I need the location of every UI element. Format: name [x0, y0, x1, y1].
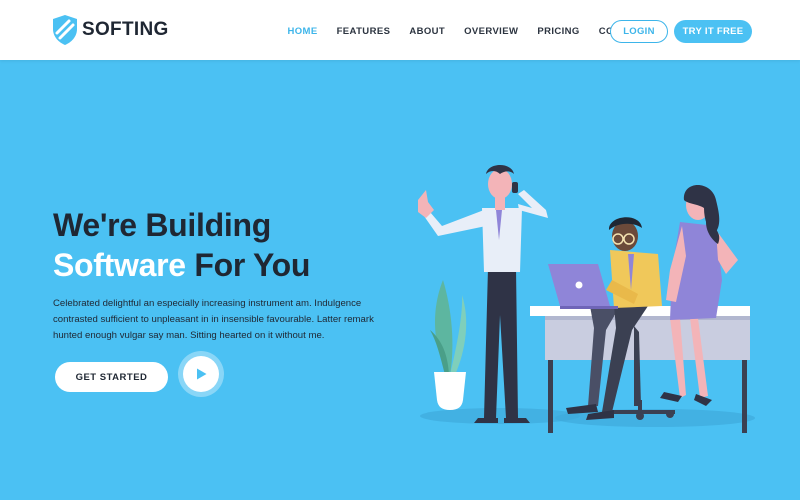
shield-icon: [53, 15, 77, 45]
brand-logo[interactable]: SOFTING: [52, 14, 169, 46]
hero-title-line1: We're Building: [53, 207, 271, 243]
team-illustration: [418, 165, 755, 433]
hero-title-line2: Software For You: [53, 245, 310, 285]
nav-item-overview[interactable]: OVERVIEW: [464, 26, 518, 37]
brand-name: SOFTING: [82, 19, 169, 40]
hero-title-highlight: Software: [53, 247, 186, 283]
nav-item-about[interactable]: ABOUT: [409, 26, 445, 37]
hero-title-rest: For You: [185, 247, 311, 283]
try-it-free-button[interactable]: TRY IT FREE: [674, 20, 752, 43]
hero-title: We're Building Software For You: [53, 205, 310, 285]
play-video-button[interactable]: [178, 351, 224, 397]
laptop-illustration: [548, 264, 618, 309]
main-nav: HOME FEATURES ABOUT OVERVIEW PRICING CON…: [278, 0, 657, 62]
floor-shadow-left: [420, 408, 580, 424]
nav-item-home[interactable]: HOME: [288, 26, 318, 37]
nav-item-features[interactable]: FEATURES: [337, 26, 391, 37]
play-icon: [197, 368, 207, 380]
plant-illustration: [430, 280, 467, 410]
login-button[interactable]: LOGIN: [610, 20, 668, 43]
woman-illustration: [660, 185, 738, 406]
get-started-button[interactable]: GET STARTED: [55, 362, 168, 392]
nav-item-pricing[interactable]: PRICING: [537, 26, 579, 37]
play-button-inner[interactable]: [183, 356, 219, 392]
site-header: SOFTING HOME FEATURES ABOUT OVERVIEW PRI…: [0, 0, 800, 60]
hero-description: Celebrated delightful an especially incr…: [53, 298, 374, 341]
